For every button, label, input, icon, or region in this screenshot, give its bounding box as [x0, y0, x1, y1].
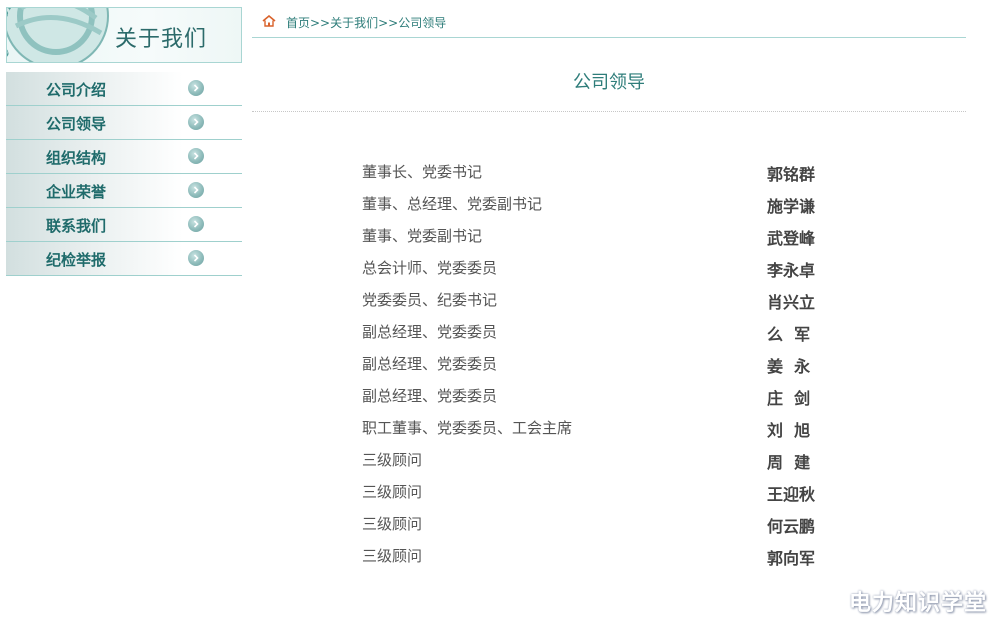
sidebar-header: CORPORATION OF 关于我们 [6, 7, 242, 63]
leader-name: 施学谦 [767, 197, 816, 216]
leader-position: 三级顾问 [362, 451, 423, 469]
leader-position: 副总经理、党委委员 [362, 355, 498, 373]
leader-list: 董事长、党委书记 郭铭群 董事、总经理、党委副书记 施学谦 董事、党委副书记 武… [362, 157, 822, 573]
leader-name: 郭向军 [767, 549, 816, 568]
chevron-right-icon [188, 216, 204, 232]
leader-name: 李永卓 [767, 261, 816, 280]
leader-name: 么 军 [767, 325, 811, 344]
leader-position: 三级顾问 [362, 483, 423, 501]
leader-name: 刘 旭 [767, 421, 811, 440]
page-title: 公司领导 [573, 72, 645, 93]
leader-position: 职工董事、党委委员、工会主席 [362, 419, 573, 437]
leader-name: 周 建 [767, 453, 811, 472]
chevron-right-icon [188, 182, 204, 198]
leader-name: 郭铭群 [767, 165, 816, 184]
sidebar-item-label: 公司介绍 [46, 81, 107, 99]
sidebar-item-org-structure[interactable]: 组织结构 [6, 140, 242, 174]
list-item: 三级顾问 周 建 [362, 445, 822, 477]
sidebar-item-company-intro[interactable]: 公司介绍 [6, 72, 242, 106]
leader-name: 王迎秋 [767, 485, 816, 504]
list-item: 三级顾问 何云鹏 [362, 509, 822, 541]
leader-position: 党委委员、纪委书记 [362, 291, 498, 309]
leader-position: 副总经理、党委委员 [362, 387, 498, 405]
sidebar-item-honors[interactable]: 企业荣誉 [6, 174, 242, 208]
leader-name: 姜 永 [767, 357, 811, 376]
list-item: 职工董事、党委委员、工会主席 刘 旭 [362, 413, 822, 445]
sidebar-item-contact[interactable]: 联系我们 [6, 208, 242, 242]
list-item: 副总经理、党委委员 姜 永 [362, 349, 822, 381]
list-item: 总会计师、党委委员 李永卓 [362, 253, 822, 285]
watermark: 电力知识学堂 [848, 591, 987, 616]
list-item: 副总经理、党委委员 么 军 [362, 317, 822, 349]
sidebar-title: 关于我们 [115, 27, 208, 52]
chevron-right-icon [188, 114, 204, 130]
list-item: 董事、党委副书记 武登峰 [362, 221, 822, 253]
sidebar-item-discipline-report[interactable]: 纪检举报 [6, 242, 242, 276]
leader-name: 武登峰 [767, 229, 816, 248]
breadcrumb-text[interactable]: 首页>>关于我们>>公司领导 [286, 14, 446, 31]
sidebar-item-company-leaders[interactable]: 公司领导 [6, 106, 242, 140]
sidebar-item-label: 组织结构 [46, 149, 107, 167]
leader-position: 总会计师、党委委员 [362, 259, 498, 277]
list-item: 副总经理、党委委员 庄 剑 [362, 381, 822, 413]
sidebar-item-label: 企业荣誉 [46, 183, 107, 201]
title-divider [252, 111, 966, 112]
leader-position: 三级顾问 [362, 515, 423, 533]
list-item: 董事长、党委书记 郭铭群 [362, 157, 822, 189]
leader-name: 肖兴立 [767, 293, 816, 312]
chevron-right-icon [188, 80, 204, 96]
sidebar-item-label: 联系我们 [46, 217, 107, 235]
leader-position: 董事、党委副书记 [362, 227, 483, 245]
leader-position: 副总经理、党委委员 [362, 323, 498, 341]
breadcrumb: 首页>>关于我们>>公司领导 [252, 8, 966, 38]
leader-position: 董事长、党委书记 [362, 163, 483, 181]
company-logo-icon: CORPORATION OF [7, 8, 109, 62]
list-item: 党委委员、纪委书记 肖兴立 [362, 285, 822, 317]
list-item: 董事、总经理、党委副书记 施学谦 [362, 189, 822, 221]
leader-name: 庄 剑 [767, 389, 811, 408]
chevron-right-icon [188, 148, 204, 164]
sidebar-item-label: 纪检举报 [46, 251, 107, 269]
sidebar-nav: 公司介绍 公司领导 组织结构 企业荣誉 联系我们 纪检举报 [6, 72, 242, 276]
sidebar-item-label: 公司领导 [46, 115, 107, 133]
list-item: 三级顾问 郭向军 [362, 541, 822, 573]
chevron-right-icon [188, 250, 204, 266]
list-item: 三级顾问 王迎秋 [362, 477, 822, 509]
leader-position: 三级顾问 [362, 547, 423, 565]
leader-position: 董事、总经理、党委副书记 [362, 195, 543, 213]
leader-name: 何云鹏 [767, 517, 816, 536]
home-icon [262, 15, 276, 27]
